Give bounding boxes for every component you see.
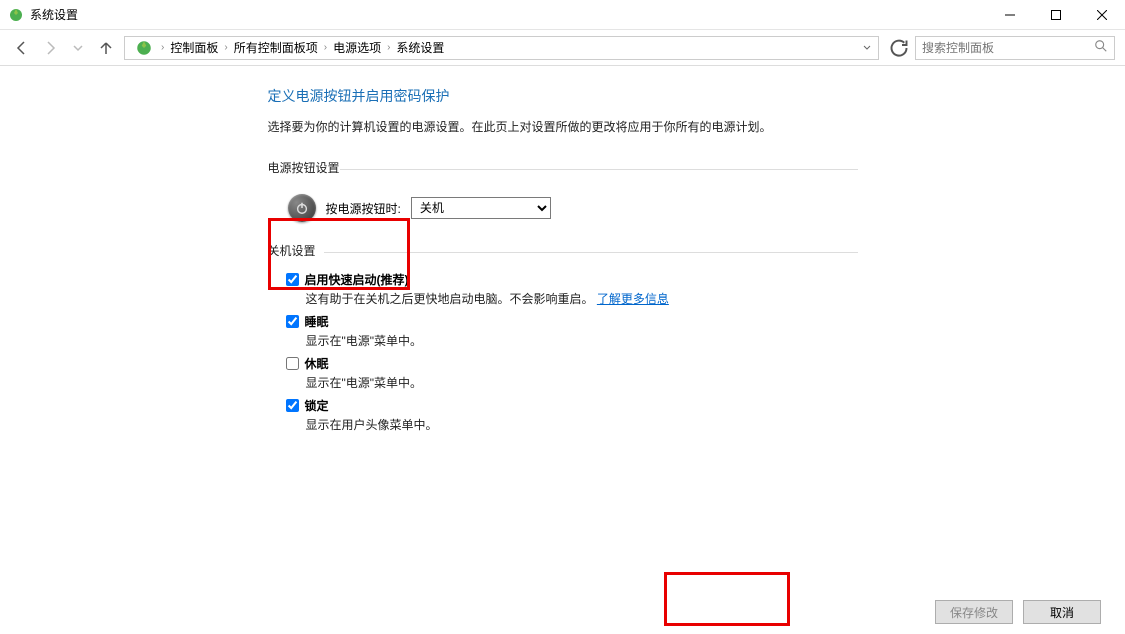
forward-button[interactable] (38, 36, 62, 60)
titlebar-left: 系统设置 (8, 6, 78, 23)
power-button-row: 按电源按钮时: 关机 (268, 188, 858, 242)
breadcrumb-dropdown-icon[interactable] (862, 41, 872, 55)
opt-label: 锁定 (305, 397, 329, 414)
back-button[interactable] (10, 36, 34, 60)
cancel-button[interactable]: 取消 (1023, 600, 1101, 624)
close-button[interactable] (1079, 0, 1125, 30)
checkbox-sleep[interactable] (286, 315, 299, 328)
power-icon (288, 194, 316, 222)
opt-label: 休眠 (305, 355, 329, 372)
section-power-button-title: 电源按钮设置 (268, 159, 858, 178)
chevron-right-icon: › (161, 42, 164, 53)
crumb-system-settings[interactable]: 系统设置 (394, 37, 446, 58)
crumb-control-panel[interactable]: 控制面板 (168, 37, 220, 58)
footer: 保存修改 取消 (0, 590, 1125, 634)
opt-fast-startup: 启用快速启动(推荐) 这有助于在关机之后更快地启动电脑。不会影响重启。 了解更多… (286, 271, 858, 307)
opt-desc: 显示在"电源"菜单中。 (306, 332, 858, 349)
refresh-button[interactable] (887, 36, 911, 60)
breadcrumb-app-icon (135, 39, 153, 57)
power-button-select[interactable]: 关机 (411, 197, 551, 219)
search-icon[interactable] (1094, 39, 1108, 56)
checkbox-hibernate[interactable] (286, 357, 299, 370)
page-subtext: 选择要为你的计算机设置的电源设置。在此页上对设置所做的更改将应用于你所有的电源计… (268, 118, 858, 135)
opt-hibernate: 休眠 显示在"电源"菜单中。 (286, 355, 858, 391)
up-button[interactable] (94, 36, 118, 60)
opt-label: 启用快速启动(推荐) (305, 271, 409, 288)
save-button[interactable]: 保存修改 (935, 600, 1013, 624)
window-controls (987, 0, 1125, 30)
search-box[interactable] (915, 36, 1115, 60)
breadcrumb[interactable]: › 控制面板 › 所有控制面板项 › 电源选项 › 系统设置 (124, 36, 879, 60)
app-icon (8, 7, 24, 23)
minimize-button[interactable] (987, 0, 1033, 30)
opt-sleep: 睡眠 显示在"电源"菜单中。 (286, 313, 858, 349)
opt-lock: 锁定 显示在用户头像菜单中。 (286, 397, 858, 433)
shutdown-options: 启用快速启动(推荐) 这有助于在关机之后更快地启动电脑。不会影响重启。 了解更多… (268, 271, 858, 433)
navbar: › 控制面板 › 所有控制面板项 › 电源选项 › 系统设置 (0, 30, 1125, 66)
search-input[interactable] (922, 41, 1082, 55)
crumb-all-items[interactable]: 所有控制面板项 (232, 37, 320, 58)
learn-more-link[interactable]: 了解更多信息 (597, 292, 669, 306)
section-shutdown-title: 关机设置 (268, 242, 858, 261)
opt-desc: 显示在"电源"菜单中。 (306, 374, 858, 391)
checkbox-fast-startup[interactable] (286, 273, 299, 286)
titlebar: 系统设置 (0, 0, 1125, 30)
checkbox-lock[interactable] (286, 399, 299, 412)
chevron-right-icon: › (224, 42, 227, 53)
page-heading: 定义电源按钮并启用密码保护 (268, 86, 858, 106)
opt-desc: 这有助于在关机之后更快地启动电脑。不会影响重启。 了解更多信息 (306, 290, 858, 307)
window-title: 系统设置 (30, 6, 78, 23)
chevron-right-icon: › (387, 42, 390, 53)
recent-dropdown[interactable] (66, 36, 90, 60)
content-area: 定义电源按钮并启用密码保护 选择要为你的计算机设置的电源设置。在此页上对设置所做… (0, 66, 1125, 439)
opt-label: 睡眠 (305, 313, 329, 330)
crumb-power-options[interactable]: 电源选项 (331, 37, 383, 58)
chevron-right-icon: › (324, 42, 327, 53)
opt-desc: 显示在用户头像菜单中。 (306, 416, 858, 433)
power-button-label: 按电源按钮时: (326, 200, 401, 217)
maximize-button[interactable] (1033, 0, 1079, 30)
